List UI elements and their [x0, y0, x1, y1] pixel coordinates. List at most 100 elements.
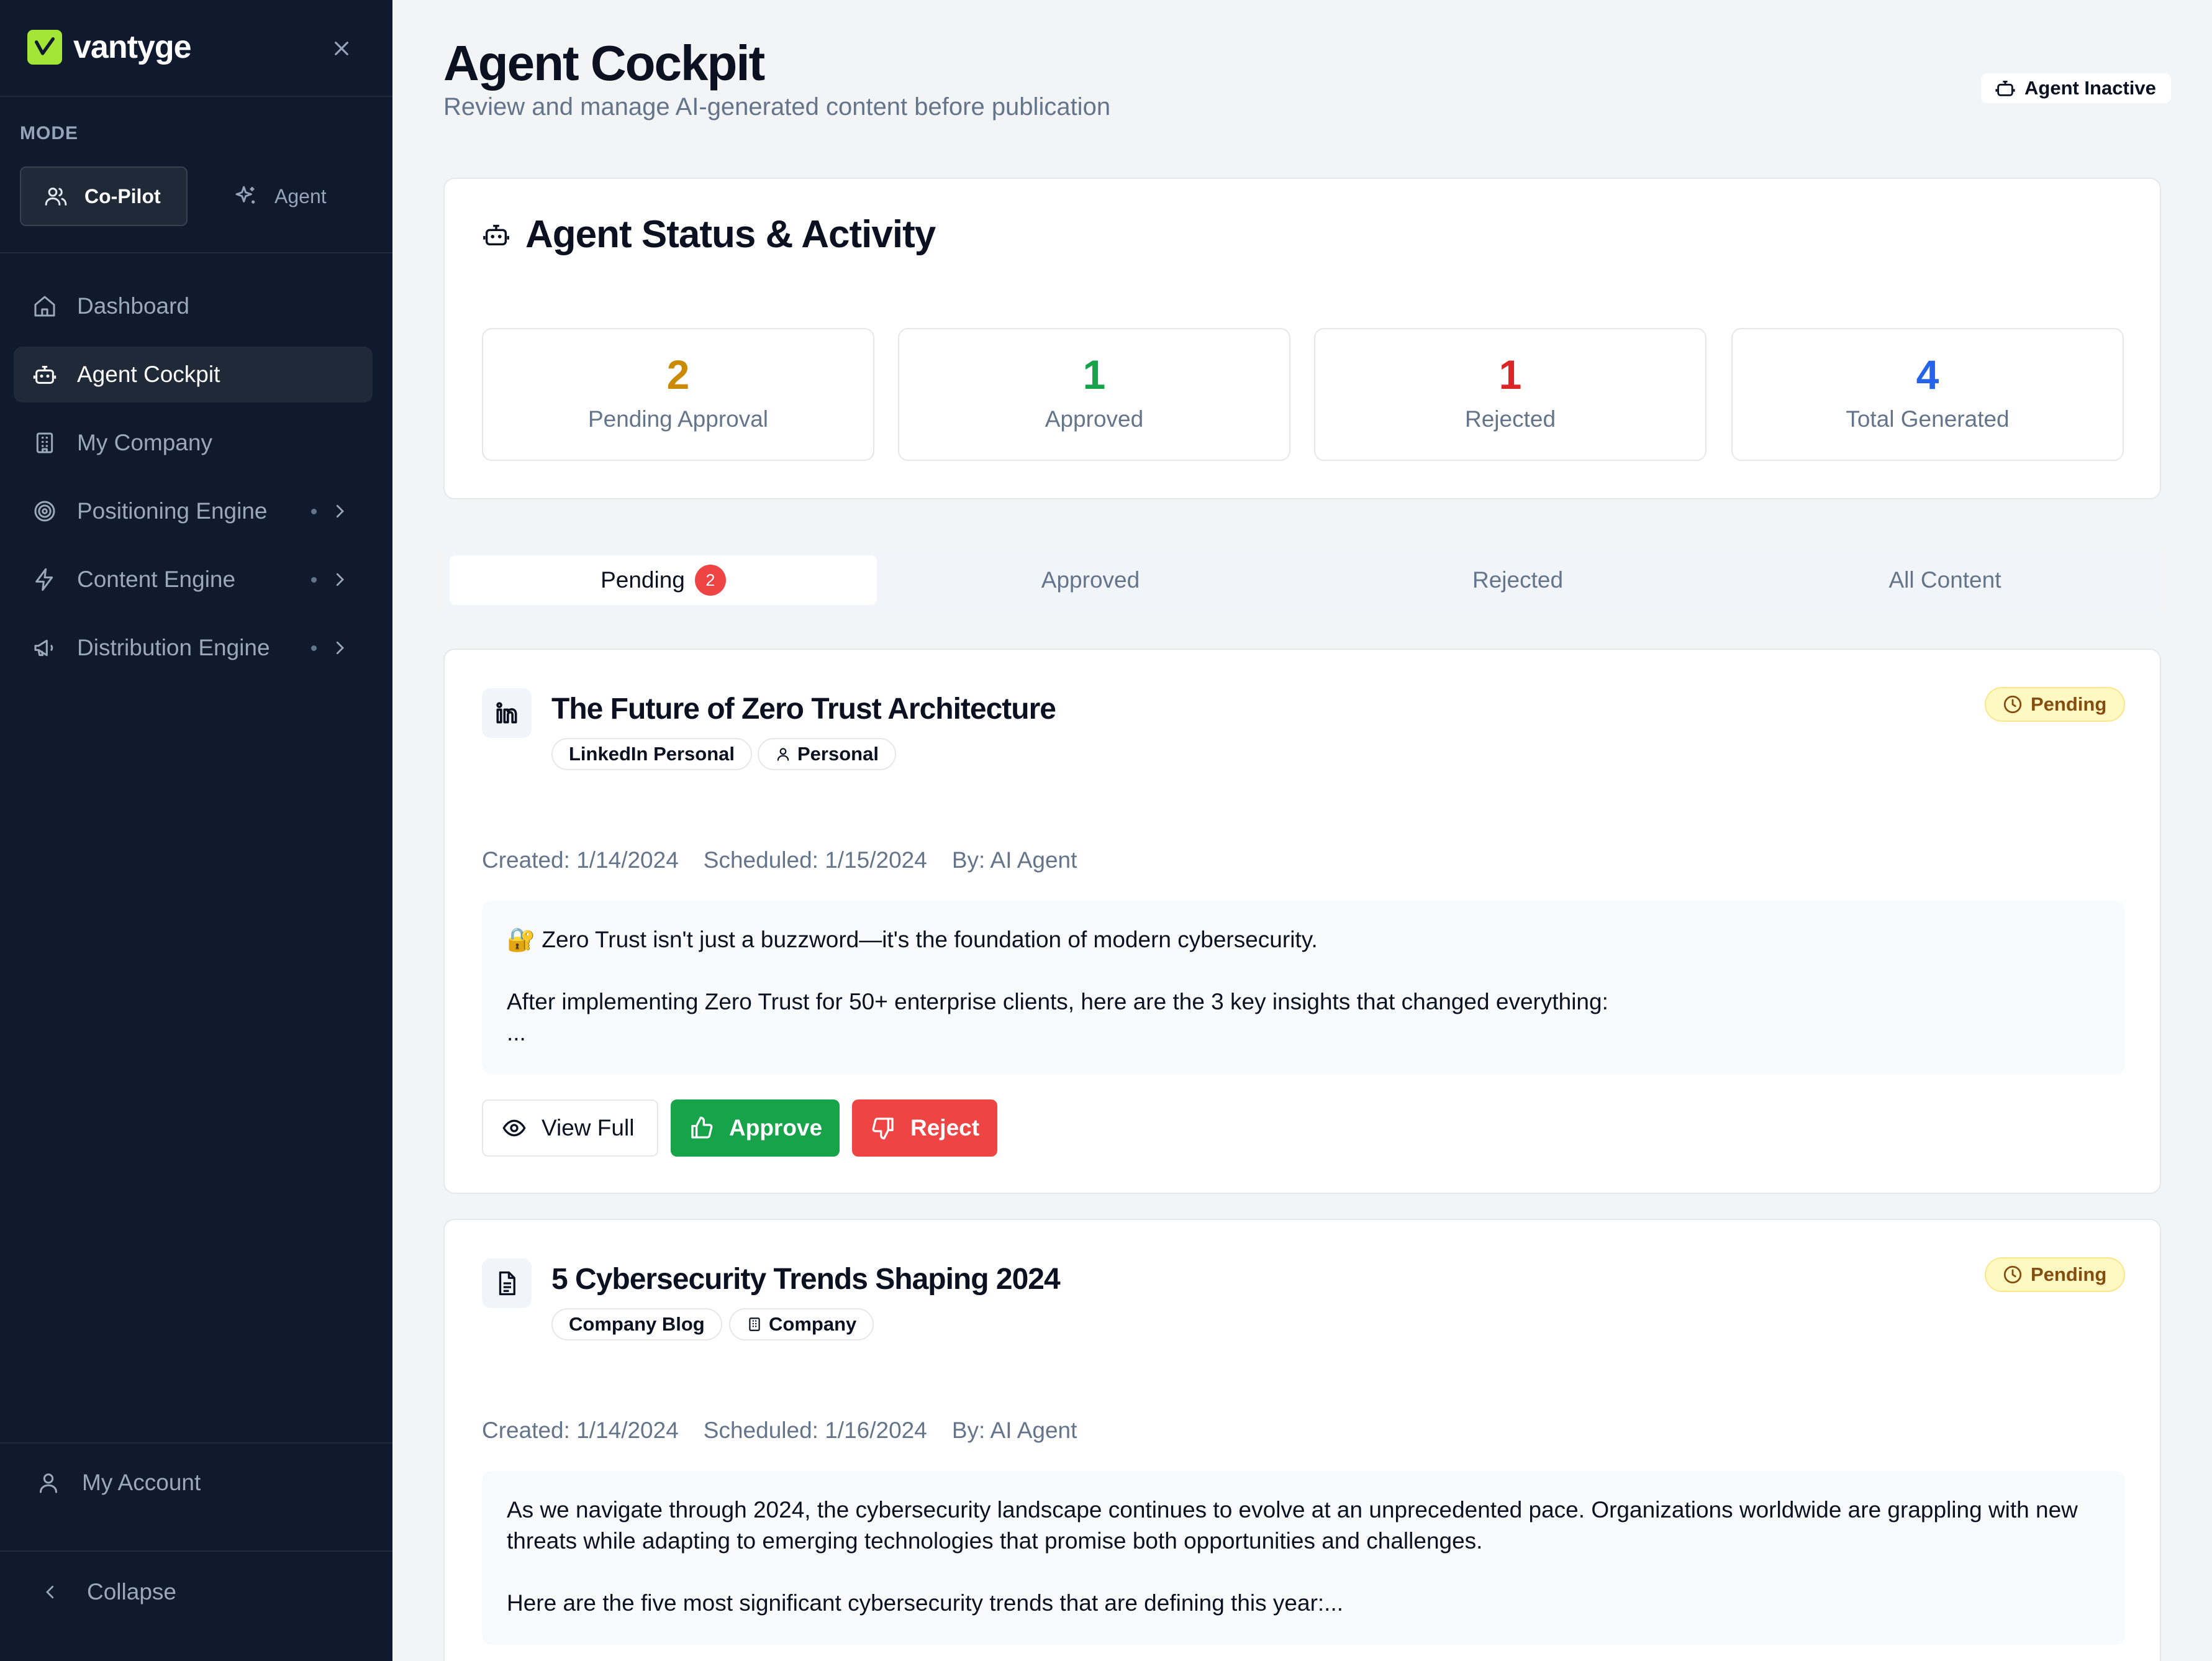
document-icon	[482, 1258, 532, 1308]
button-label: Approve	[729, 1115, 823, 1140]
nav-positioning-engine[interactable]: Positioning Engine	[14, 483, 373, 539]
stat-label: Approved	[1045, 406, 1144, 432]
tab-rejected[interactable]: Rejected	[1304, 555, 1731, 605]
scheduled-date: Scheduled: 1/16/2024	[703, 1418, 927, 1443]
thumbs-down-icon	[871, 1116, 895, 1140]
clock-icon	[2002, 1264, 2023, 1285]
sparkles-icon	[233, 184, 258, 209]
stat-total-generated: 4 Total Generated	[1731, 328, 2124, 461]
tab-approved[interactable]: Approved	[877, 555, 1304, 605]
stat-value: 4	[1916, 352, 1939, 398]
nav-content-engine[interactable]: Content Engine	[14, 552, 373, 608]
tab-all-content[interactable]: All Content	[1731, 555, 2159, 605]
content-excerpt: 🔐 Zero Trust isn't just a buzzword—it's …	[482, 901, 2125, 1075]
nav-dashboard[interactable]: Dashboard	[14, 278, 373, 334]
audience-label: Personal	[797, 743, 879, 765]
user-icon	[36, 1470, 61, 1495]
content-meta: Created: 1/14/2024 Scheduled: 1/15/2024 …	[482, 847, 1077, 873]
app-name: vantyge	[73, 29, 192, 65]
bot-icon	[1995, 78, 2016, 99]
stat-label: Pending Approval	[587, 406, 769, 432]
status-card-title: Agent Status & Activity	[482, 212, 936, 257]
author: By: AI Agent	[951, 847, 1077, 873]
stat-value: 1	[1498, 352, 1522, 398]
account-label: My Account	[82, 1470, 201, 1495]
content-card: 5 Cybersecurity Trends Shaping 2024 Comp…	[443, 1219, 2161, 1661]
home-icon	[32, 294, 57, 319]
excerpt-line: Here are the five most significant cyber…	[507, 1590, 1344, 1616]
thumbs-up-icon	[689, 1116, 714, 1140]
excerpt-line: 🔐 Zero Trust isn't just a buzzword—it's …	[507, 927, 1318, 952]
nav-agent-cockpit[interactable]: Agent Cockpit	[14, 347, 373, 403]
status-dot	[311, 576, 317, 583]
mode-agent-label: Agent	[274, 184, 327, 207]
clock-icon	[2002, 694, 2023, 715]
mode-agent-button[interactable]: Agent	[209, 166, 364, 226]
nav-label: My Company	[77, 430, 212, 455]
status-title-text: Agent Status & Activity	[525, 213, 936, 256]
content-tabs: Pending 2 Approved Rejected All Content	[443, 548, 2161, 612]
agent-status-text: Agent Inactive	[2024, 77, 2156, 99]
sidebar: vantyge MODE Co-Pilot Agent Dashboard Ag…	[0, 0, 392, 1661]
building-icon	[32, 430, 57, 455]
audience-tag: Company	[729, 1308, 874, 1340]
chevron-right-icon[interactable]	[330, 502, 349, 521]
stat-rejected: 1 Rejected	[1314, 328, 1707, 461]
status-label: Pending	[2031, 1263, 2107, 1285]
stat-label: Total Generated	[1846, 406, 2010, 432]
channel-tag: Company Blog	[551, 1308, 722, 1340]
agent-status-badge[interactable]: Agent Inactive	[1981, 73, 2171, 103]
bot-icon	[482, 221, 510, 249]
created-date: Created: 1/14/2024	[482, 1418, 679, 1443]
app-logo[interactable]: vantyge	[27, 29, 192, 66]
agent-status-card: Agent Status & Activity 2 Pending Approv…	[443, 178, 2161, 499]
mode-label: MODE	[20, 123, 78, 143]
stat-label: Rejected	[1464, 406, 1556, 432]
nav-my-company[interactable]: My Company	[14, 415, 373, 471]
content-card: The Future of Zero Trust Architecture Li…	[443, 648, 2161, 1194]
chevron-right-icon[interactable]	[330, 639, 349, 657]
eye-icon	[502, 1116, 527, 1140]
status-dot	[311, 508, 317, 514]
stat-approved: 1 Approved	[898, 328, 1290, 461]
users-icon	[43, 184, 68, 209]
status-dot	[311, 645, 317, 651]
chevron-right-icon[interactable]	[330, 570, 349, 589]
divider	[0, 252, 392, 253]
button-label: Reject	[910, 1115, 980, 1140]
target-icon	[32, 499, 57, 524]
close-sidebar-icon[interactable]	[327, 34, 356, 63]
tab-label: Rejected	[1472, 567, 1564, 593]
bot-icon	[32, 362, 57, 387]
excerpt-line	[507, 955, 2100, 986]
nav-label: Distribution Engine	[77, 635, 270, 660]
collapse-label: Collapse	[87, 1579, 176, 1604]
channel-label: LinkedIn Personal	[569, 743, 735, 765]
channel-tag: LinkedIn Personal	[551, 738, 753, 770]
audience-tag: Personal	[758, 738, 896, 770]
zap-icon	[32, 567, 57, 592]
megaphone-icon	[32, 635, 57, 660]
stat-pending-approval: 2 Pending Approval	[482, 328, 874, 461]
nav-label: Dashboard	[77, 293, 190, 319]
divider	[0, 1442, 392, 1444]
tab-pending[interactable]: Pending 2	[450, 555, 877, 605]
approve-button[interactable]: Approve	[671, 1099, 840, 1157]
excerpt-line: As we navigate through 2024, the cyberse…	[507, 1497, 2078, 1554]
nav-distribution-engine[interactable]: Distribution Engine	[14, 620, 373, 676]
excerpt-line: After implementing Zero Trust for 50+ en…	[507, 989, 1608, 1014]
content-title[interactable]: The Future of Zero Trust Architecture	[551, 692, 1056, 726]
view-full-button[interactable]: View Full	[482, 1099, 658, 1157]
mode-copilot-button[interactable]: Co-Pilot	[20, 166, 188, 226]
channel-label: Company Blog	[569, 1313, 705, 1335]
reject-button[interactable]: Reject	[852, 1099, 997, 1157]
building-icon	[746, 1316, 763, 1332]
collapse-sidebar-button[interactable]: Collapse	[41, 1579, 176, 1605]
status-badge: Pending	[1985, 1257, 2125, 1292]
stat-value: 2	[666, 352, 690, 398]
content-title[interactable]: 5 Cybersecurity Trends Shaping 2024	[551, 1262, 1061, 1296]
excerpt-line	[507, 1557, 2100, 1588]
nav-label: Content Engine	[77, 567, 236, 592]
linkedin-icon	[482, 688, 532, 738]
my-account-link[interactable]: My Account	[36, 1470, 201, 1496]
